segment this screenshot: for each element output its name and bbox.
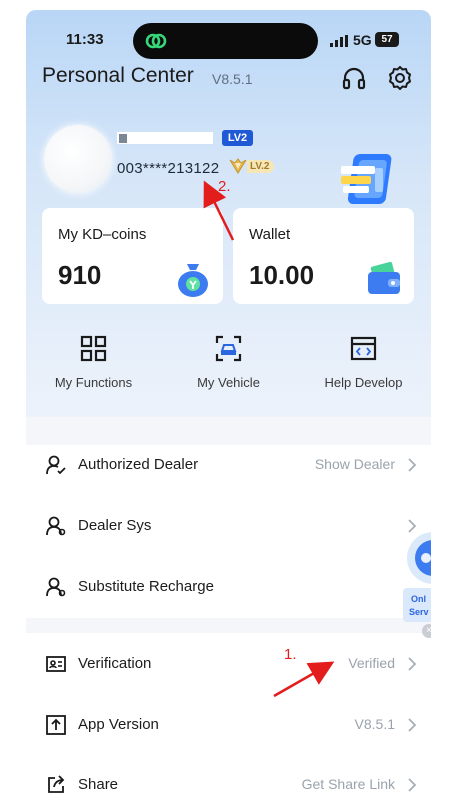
annotation-arrows — [203, 180, 335, 698]
annotation-arrow-2 — [203, 180, 235, 241]
annotation-arrow-1 — [273, 661, 335, 698]
